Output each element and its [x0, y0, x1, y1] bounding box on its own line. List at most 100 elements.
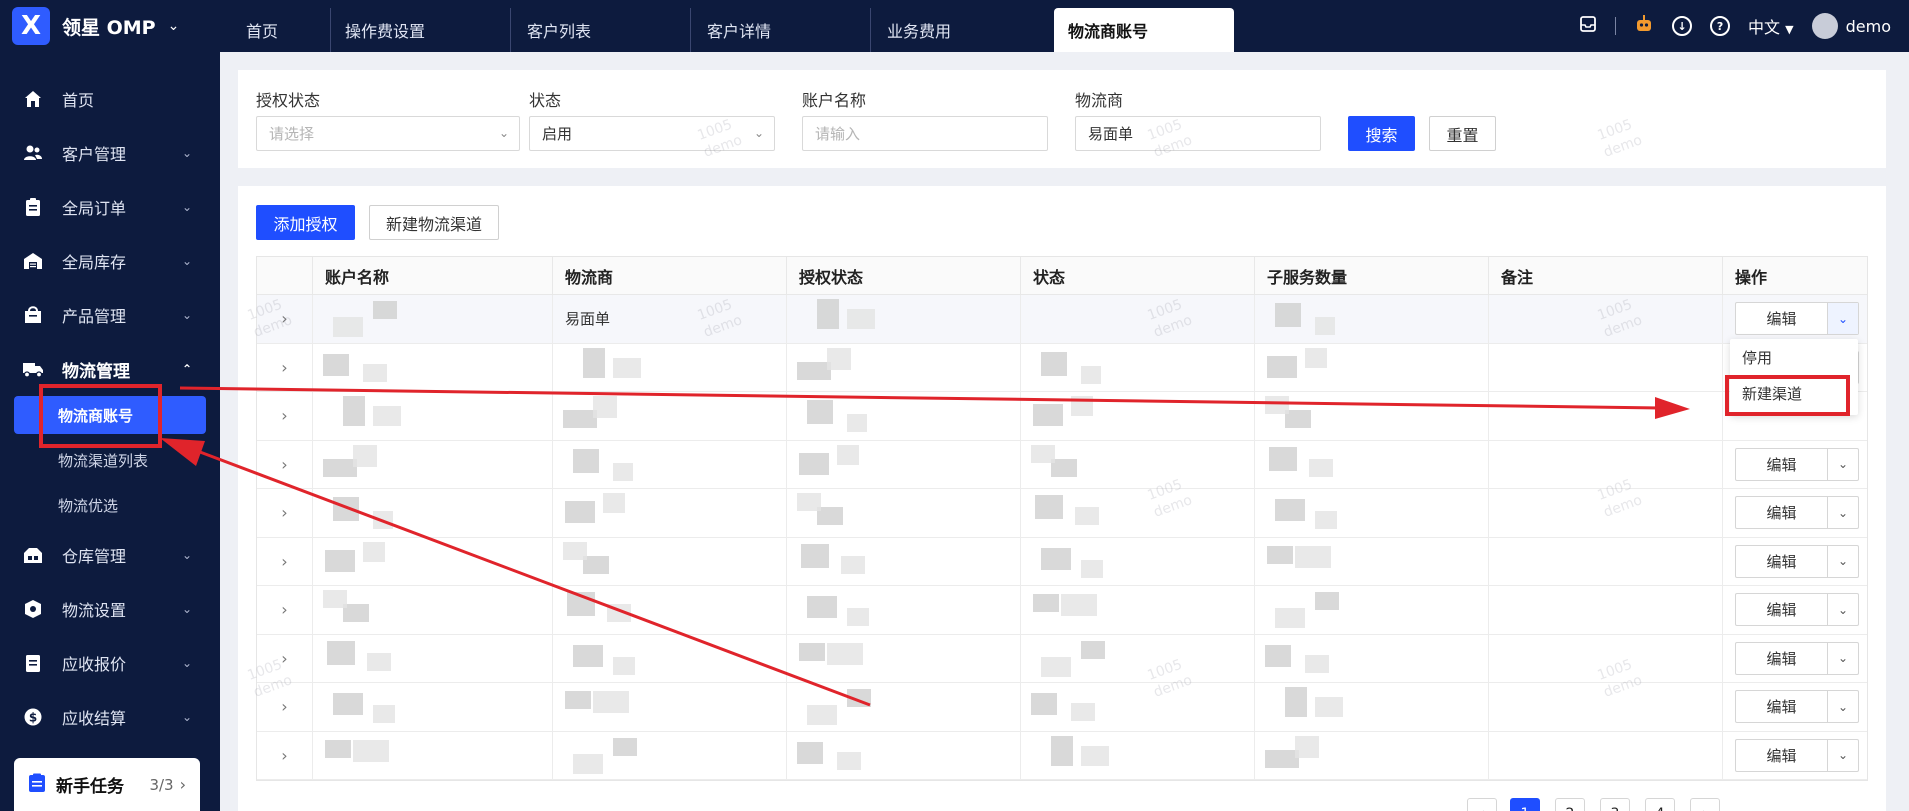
- pixelated-block: [593, 691, 629, 713]
- edit-button[interactable]: 编辑: [1736, 545, 1828, 577]
- pixelated-block: [613, 656, 635, 675]
- divider: [1615, 17, 1617, 35]
- sidebar-item-inventory[interactable]: 全局库存 ⌄: [0, 234, 220, 288]
- pagination-page[interactable]: 2: [1555, 798, 1585, 811]
- filter-auth-status-select[interactable]: 请选择 ⌄: [256, 116, 520, 151]
- pixelated-block: [573, 753, 603, 774]
- help-icon[interactable]: ?: [1710, 16, 1731, 36]
- pixelated-block: [1295, 735, 1319, 758]
- remark-cell: [1489, 731, 1723, 779]
- new-channel-button[interactable]: 新建物流渠道: [369, 205, 499, 240]
- redacted-cell: [1255, 731, 1489, 779]
- sidebar-item-home[interactable]: 首页: [0, 72, 220, 126]
- redacted-cell: [313, 683, 553, 731]
- expand-row-icon[interactable]: ›: [257, 489, 313, 537]
- pixelated-block: [343, 396, 365, 426]
- redacted-cell: [553, 586, 787, 634]
- sidebar-item-customers[interactable]: 客户管理 ⌄: [0, 126, 220, 180]
- chevron-down-icon: ⌄: [181, 548, 192, 562]
- sidebar-subitem-channel-list[interactable]: 物流渠道列表: [0, 438, 220, 483]
- table-row[interactable]: › 编辑⌄: [257, 537, 1867, 586]
- inbox-icon[interactable]: [1579, 15, 1597, 37]
- more-actions-chevron-icon[interactable]: ⌄: [1828, 594, 1858, 625]
- menu-item-disable[interactable]: 停用: [1730, 339, 1858, 375]
- pixelated-block: [827, 642, 863, 665]
- filter-carrier-input[interactable]: 易面单: [1075, 116, 1321, 151]
- expand-row-icon[interactable]: ›: [257, 392, 313, 440]
- edit-button[interactable]: 编辑: [1736, 497, 1828, 529]
- expand-row-icon[interactable]: ›: [257, 537, 313, 585]
- expand-row-icon[interactable]: ›: [257, 731, 313, 779]
- tab-carrier-accounts[interactable]: 物流商账号: [1054, 8, 1234, 52]
- pixelated-block: [1315, 592, 1339, 610]
- redacted-cell: [787, 392, 1021, 440]
- tab-customer-detail[interactable]: 客户详情: [690, 8, 860, 52]
- newbie-task-card[interactable]: 新手任务 3/3 ›: [14, 758, 200, 811]
- edit-button[interactable]: 编辑: [1736, 594, 1828, 626]
- sidebar-item-receivable-quote[interactable]: 应收报价 ⌄: [0, 636, 220, 690]
- more-actions-chevron-icon[interactable]: ⌄: [1828, 643, 1858, 674]
- sidebar-item-orders[interactable]: 全局订单 ⌄: [0, 180, 220, 234]
- edit-button[interactable]: 编辑: [1736, 739, 1828, 771]
- more-actions-chevron-icon[interactable]: ⌄: [1828, 303, 1858, 335]
- pixelated-block: [567, 592, 595, 616]
- sidebar-subitem-preferred[interactable]: 物流优选: [0, 483, 220, 528]
- redacted-cell: [553, 440, 787, 488]
- reset-button[interactable]: 重置: [1429, 116, 1496, 151]
- search-button[interactable]: 搜索: [1348, 116, 1415, 151]
- pixelated-block: [563, 541, 587, 560]
- pixelated-block: [837, 751, 861, 770]
- expand-row-icon[interactable]: ›: [257, 440, 313, 488]
- table-row[interactable]: ›编辑⌄: [257, 392, 1867, 441]
- edit-button[interactable]: 编辑: [1736, 691, 1828, 723]
- pixelated-block: [1265, 749, 1299, 768]
- add-authorization-button[interactable]: 添加授权: [256, 205, 355, 240]
- expand-row-icon[interactable]: ›: [257, 343, 313, 391]
- more-actions-chevron-icon[interactable]: ⌄: [1828, 691, 1858, 722]
- table-row[interactable]: › 编辑⌄: [257, 731, 1867, 780]
- sidebar-item-logistics-settings[interactable]: 物流设置 ⌄: [0, 582, 220, 636]
- download-icon[interactable]: ↓: [1672, 16, 1693, 36]
- brand-logo[interactable]: X 领星 OMP ⌄: [0, 0, 220, 52]
- redacted-cell: [553, 537, 787, 585]
- pagination-prev[interactable]: ‹: [1467, 798, 1497, 811]
- pixelated-block: [1033, 404, 1063, 426]
- tab-operation-fee[interactable]: 操作费设置: [330, 8, 510, 52]
- pagination-next[interactable]: ›: [1690, 798, 1720, 811]
- edit-button[interactable]: 编辑: [1736, 303, 1828, 335]
- redacted-cell: [313, 440, 553, 488]
- robot-icon[interactable]: [1634, 14, 1654, 38]
- pagination-page[interactable]: 1: [1510, 798, 1540, 811]
- edit-button-group: 编辑⌄: [1735, 593, 1859, 627]
- tab-customer-list[interactable]: 客户列表: [510, 8, 680, 52]
- pagination-page[interactable]: 4: [1645, 798, 1675, 811]
- tab-business-fee[interactable]: 业务费用: [870, 8, 1050, 52]
- sidebar-subitem-carrier-accounts[interactable]: 物流商账号: [14, 396, 206, 434]
- filter-account-name-input[interactable]: 请输入: [802, 116, 1048, 151]
- pixelated-block: [1309, 458, 1333, 477]
- redacted-cell: [553, 392, 787, 440]
- edit-button[interactable]: 编辑: [1736, 642, 1828, 674]
- pixelated-block: [1295, 545, 1331, 568]
- user-menu[interactable]: demo: [1811, 13, 1891, 39]
- pixelated-block: [607, 604, 631, 622]
- table-row[interactable]: › 编辑⌄: [257, 586, 1867, 635]
- sidebar-item-products[interactable]: 产品管理 ⌄: [0, 288, 220, 342]
- more-actions-chevron-icon[interactable]: ⌄: [1828, 497, 1858, 528]
- pixelated-block: [333, 693, 363, 715]
- sidebar-item-logistics[interactable]: 物流管理 ⌃: [0, 342, 220, 396]
- expand-row-icon[interactable]: ›: [257, 586, 313, 634]
- sidebar-item-receivable-settlement[interactable]: $ 应收结算 ⌄: [0, 690, 220, 744]
- more-actions-chevron-icon[interactable]: ⌄: [1828, 449, 1858, 480]
- more-actions-chevron-icon[interactable]: ⌄: [1828, 546, 1858, 577]
- pixelated-block: [1071, 703, 1095, 721]
- settings-box-icon: [22, 598, 44, 620]
- language-selector[interactable]: 中文 ▼: [1748, 14, 1794, 38]
- redacted-cell: [787, 343, 1021, 391]
- table-row[interactable]: ›编辑⌄: [257, 343, 1867, 392]
- edit-button[interactable]: 编辑: [1736, 448, 1828, 480]
- menu-item-new-channel[interactable]: 新建渠道: [1730, 375, 1858, 411]
- sidebar-item-warehouse[interactable]: 仓库管理 ⌄: [0, 528, 220, 582]
- more-actions-chevron-icon[interactable]: ⌄: [1828, 740, 1858, 771]
- pagination-page[interactable]: 3: [1600, 798, 1630, 811]
